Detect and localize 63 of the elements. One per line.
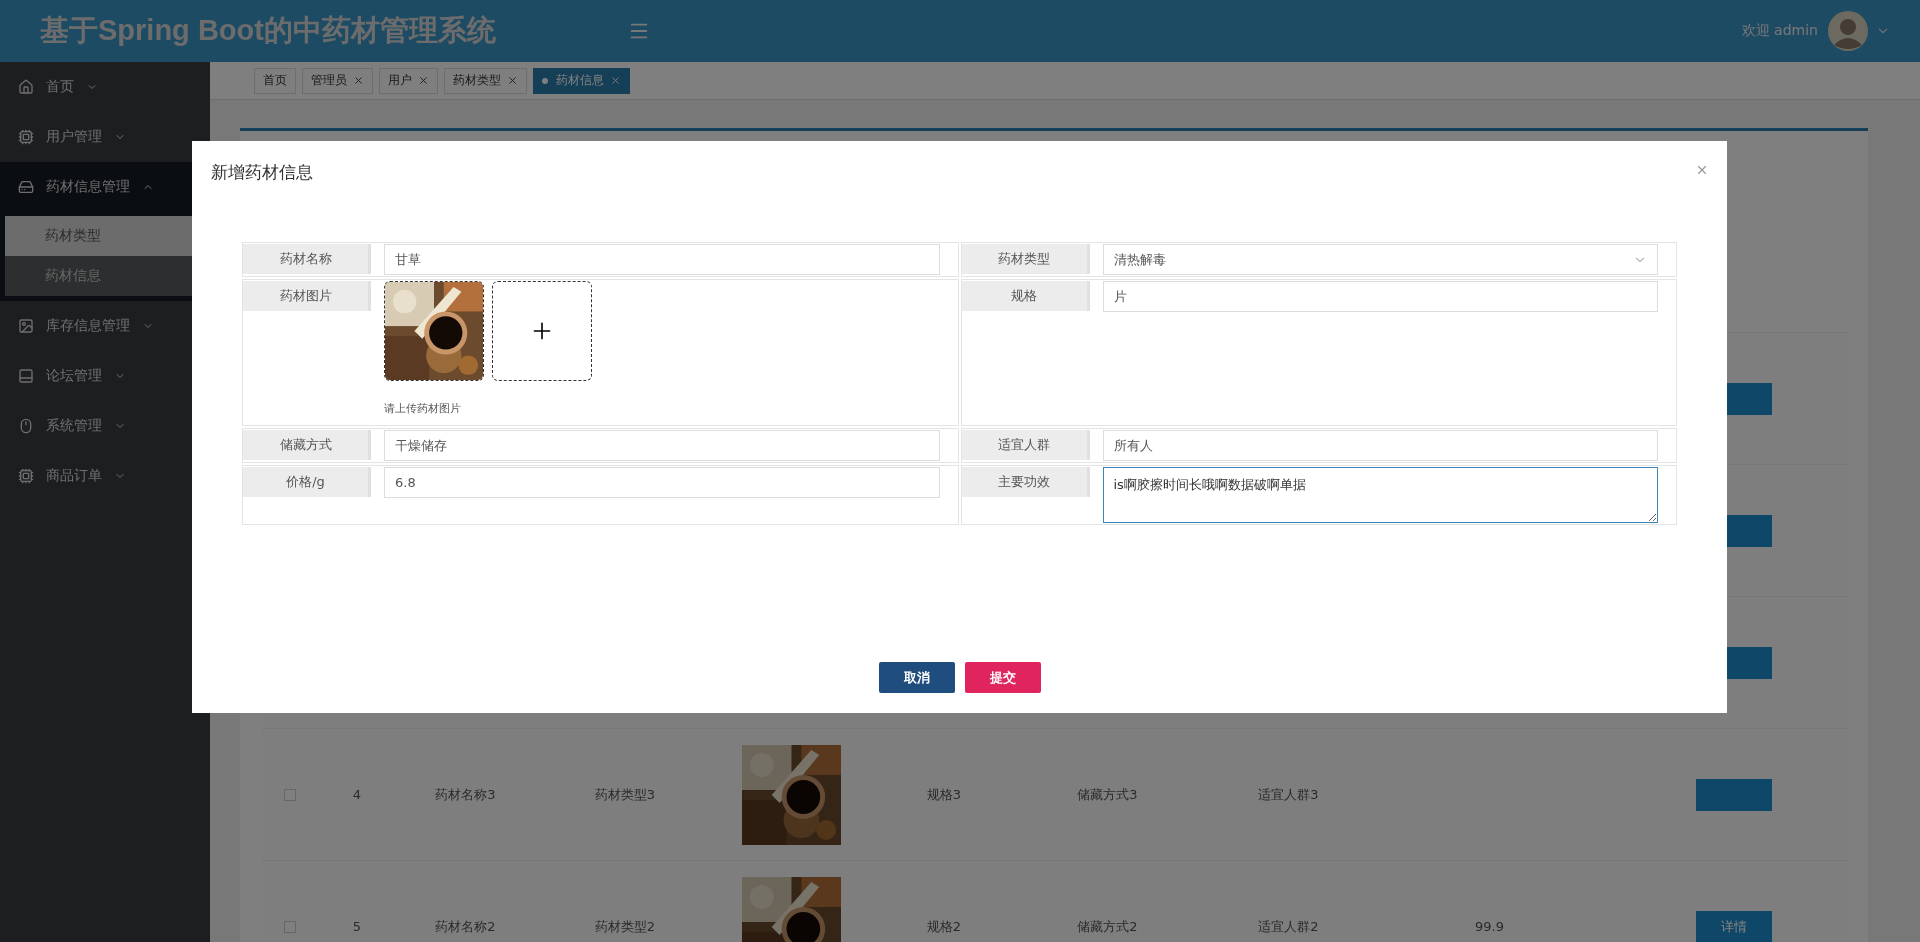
sidebar-icon [18, 79, 34, 95]
app-title: 基于Spring Boot的中药材管理系统 [40, 13, 496, 48]
tab[interactable]: 首页 [254, 67, 296, 94]
sidebar-icon [18, 468, 34, 484]
close-button[interactable] [1695, 163, 1709, 177]
table-cell-text: 5 [351, 919, 363, 934]
table-cell-text: 储藏方式3 [1076, 785, 1139, 804]
sidebar-icon [18, 129, 34, 145]
field-label: 药材类型 [961, 244, 1090, 274]
avatar-icon[interactable] [1828, 11, 1868, 51]
field-label: 适宜人群 [961, 430, 1090, 460]
table-cell-text: 适宜人群3 [1257, 785, 1320, 804]
close-icon[interactable] [507, 75, 518, 86]
tab[interactable]: 用户 [379, 67, 438, 94]
field-label: 药材名称 [243, 244, 371, 274]
tab[interactable]: 管理员 [302, 67, 373, 94]
table-cell-text: 储藏方式2 [1076, 917, 1139, 936]
row-checkbox[interactable] [284, 788, 296, 801]
sidebar-icon [18, 179, 34, 195]
close-icon[interactable] [418, 75, 429, 86]
sidebar-item[interactable]: 用户管理 [0, 112, 210, 162]
text-field[interactable]: 甘草 [384, 244, 940, 275]
field-label: 价格/g [243, 467, 371, 497]
table-cell-text: 规格2 [925, 917, 963, 936]
active-dot [542, 77, 548, 84]
table-cell-text: 适宜人群2 [1257, 917, 1320, 936]
table-cell-text: 药材名称3 [434, 785, 497, 804]
text-field[interactable]: 所有人 [1102, 430, 1658, 461]
text-field[interactable]: 片 [1102, 281, 1658, 312]
tab[interactable]: 药材类型 [444, 67, 527, 94]
sidebar-item[interactable]: 首页 [0, 62, 210, 112]
upload-hint: 请上传药材图片 [384, 401, 462, 416]
tab[interactable]: 药材信息 [533, 67, 630, 94]
table-cell-text: 药材类型2 [593, 917, 657, 936]
sidebar-icon [18, 368, 34, 384]
field-label: 储藏方式 [243, 430, 371, 460]
sidebar-icon [18, 418, 34, 434]
field-label: 药材图片 [243, 281, 371, 311]
row-checkbox[interactable] [284, 920, 296, 933]
dialog-title: 新增药材信息 [211, 161, 314, 184]
text-field[interactable]: 6.8 [384, 467, 940, 498]
field-label: 规格 [961, 281, 1090, 311]
close-icon[interactable] [353, 75, 364, 86]
table-cell-text: 规格3 [925, 785, 963, 804]
sidebar-item[interactable]: 商品订单 [0, 451, 210, 501]
close-icon[interactable] [610, 75, 621, 86]
select-field[interactable]: 清热解毒 [1102, 244, 1658, 275]
table-cell-text: 99.9 [1474, 919, 1505, 934]
sidebar-item[interactable]: 库存信息管理 [0, 301, 210, 351]
field-label: 主要功效 [961, 467, 1090, 497]
text-field[interactable]: 干燥储存 [384, 430, 940, 461]
welcome-text: 欢迎 admin [1741, 22, 1818, 40]
text-area[interactable]: is啊胶擦时间长哦啊数据破啊单据 [1102, 467, 1658, 523]
cancel-button[interactable]: 取消 [878, 662, 955, 693]
sidebar-item[interactable]: 论坛管理 [0, 351, 210, 401]
details-button[interactable]: 详情 [1695, 910, 1772, 942]
submit-button[interactable]: 提交 [964, 662, 1041, 693]
sidebar-item[interactable]: 系统管理 [0, 401, 210, 451]
table-cell-text: 4 [351, 787, 363, 802]
upload-button[interactable] [492, 281, 592, 381]
sidebar-icon [18, 318, 34, 334]
table-cell-text: 药材类型3 [593, 785, 657, 804]
table-cell-text: 药材名称2 [434, 917, 497, 936]
